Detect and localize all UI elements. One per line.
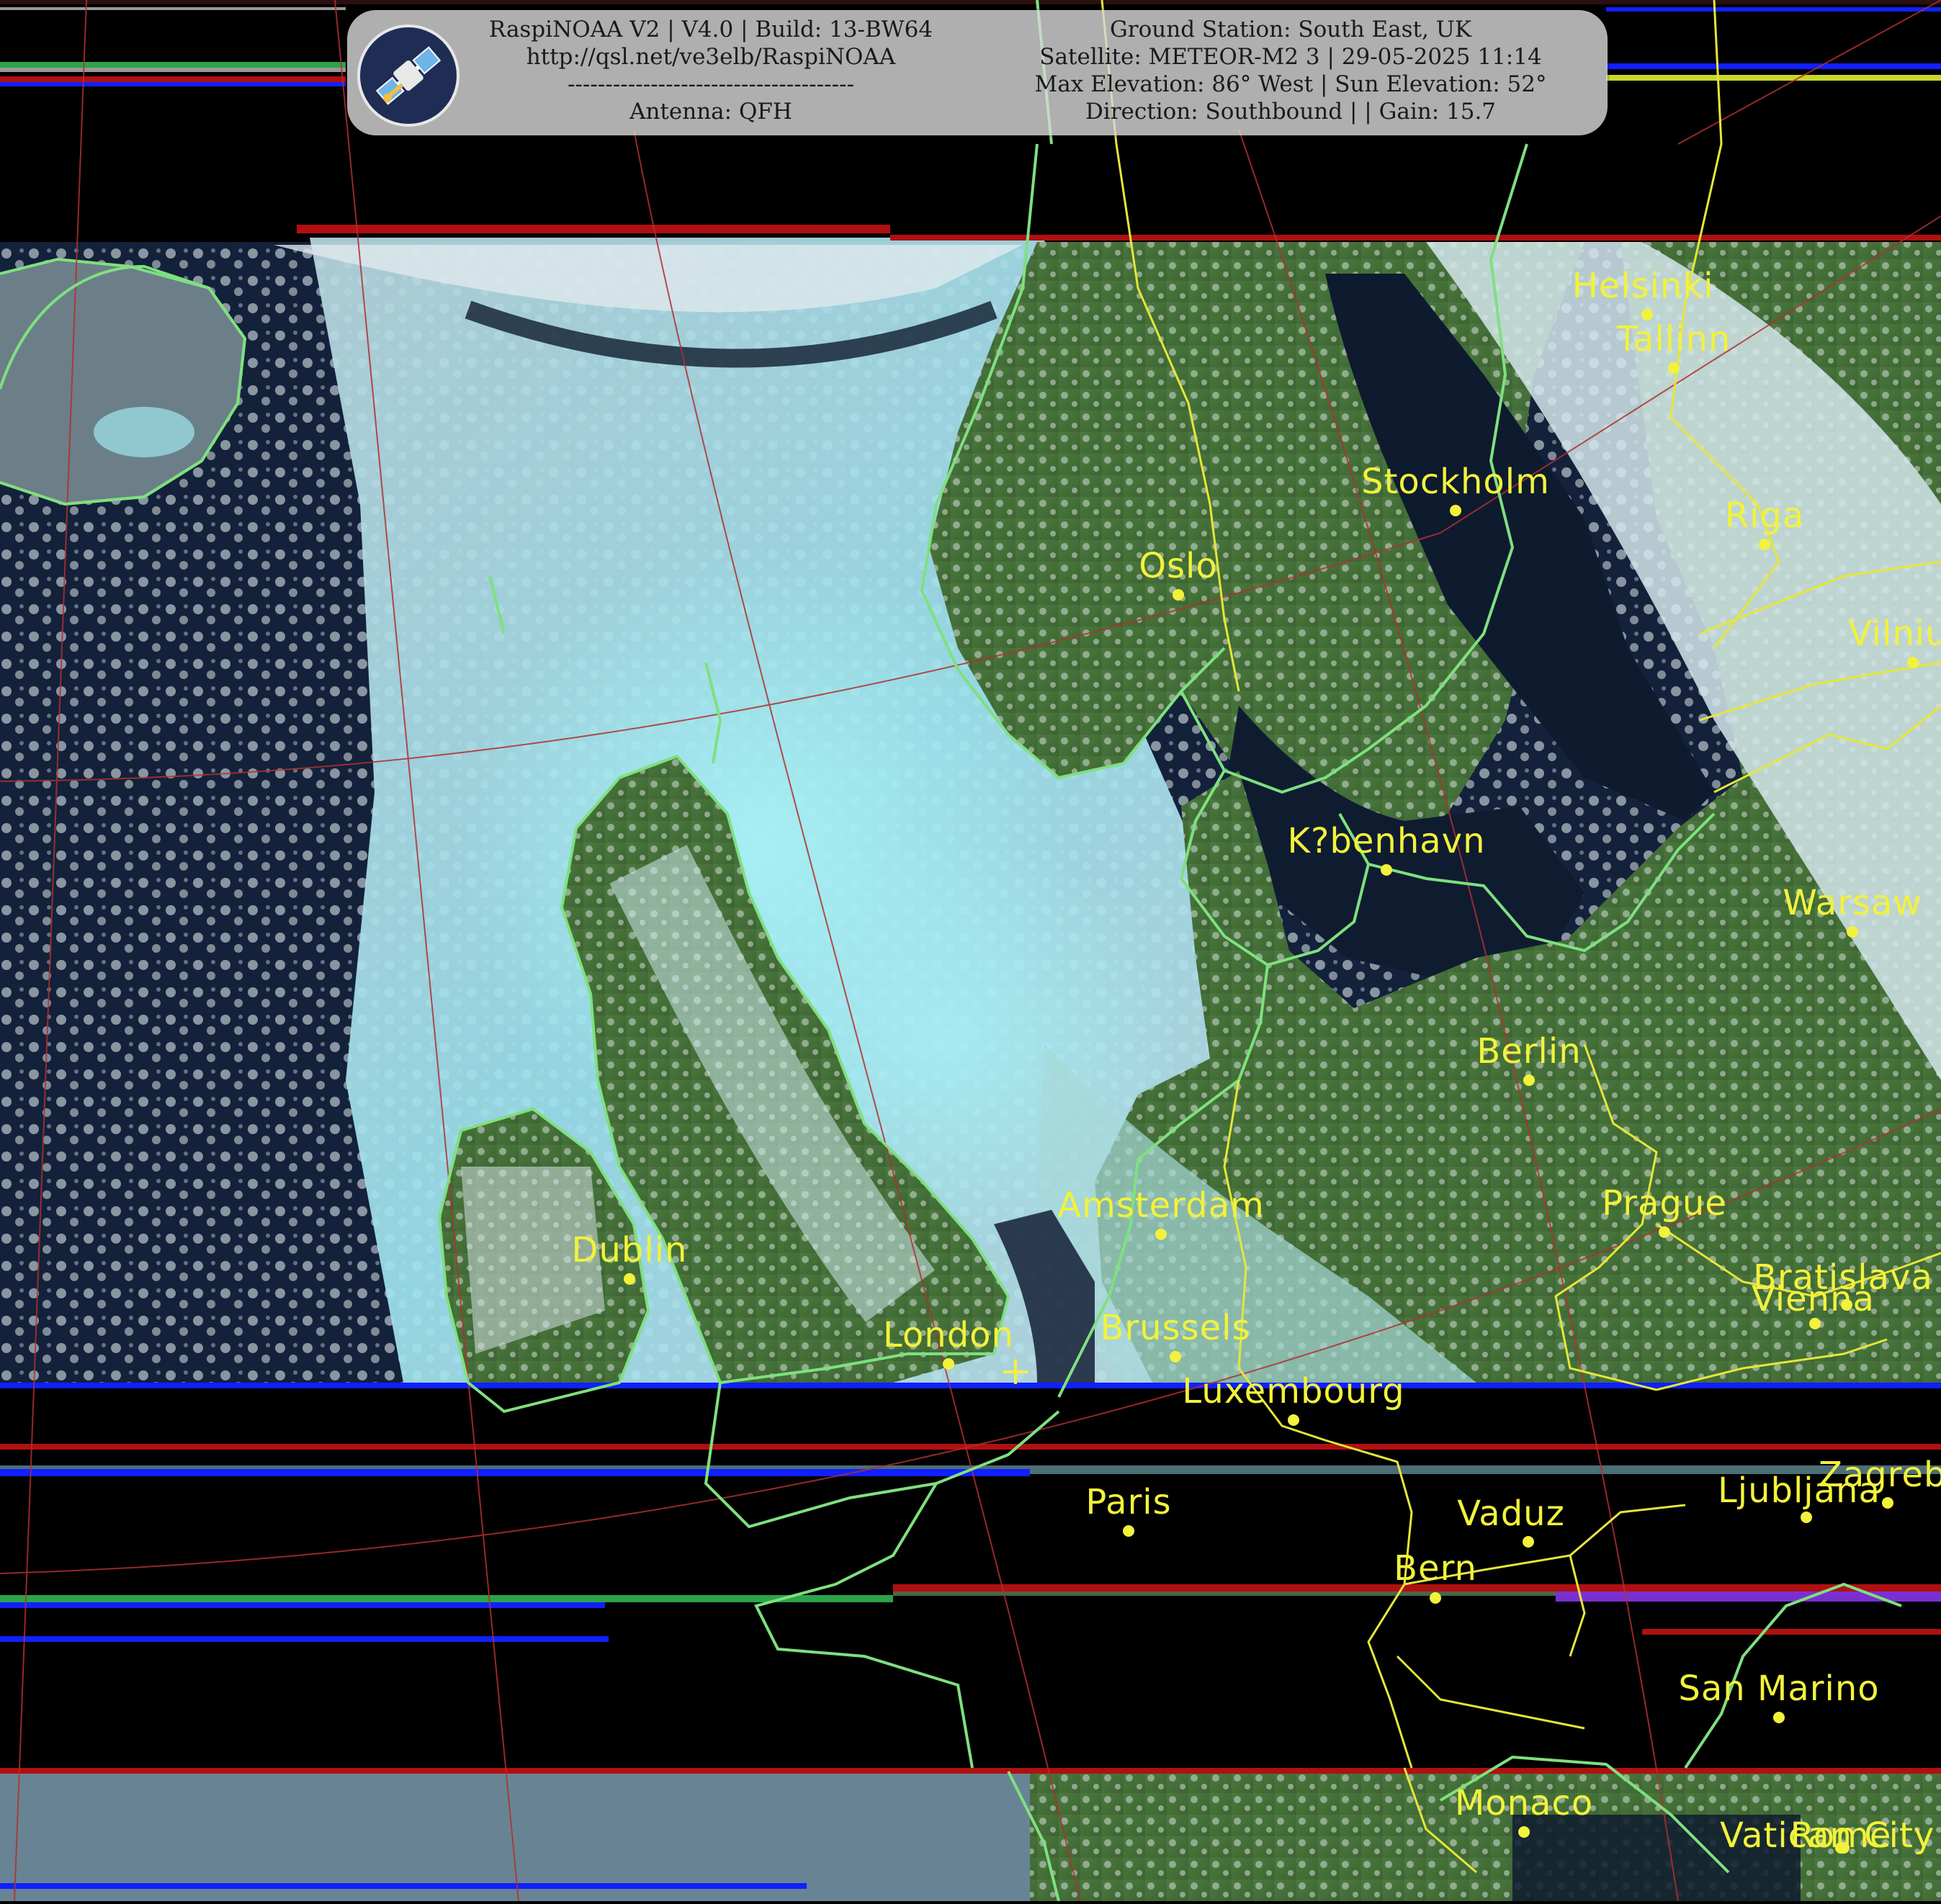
city-marker-london xyxy=(943,1358,954,1370)
city-marker-dublin xyxy=(624,1273,635,1285)
city-label-brussels: Brussels xyxy=(1101,1308,1251,1348)
city-label-riga: Riga xyxy=(1725,495,1805,536)
city-label-bern: Bern xyxy=(1394,1548,1477,1589)
city-marker-k-benhavn xyxy=(1381,864,1392,876)
city-marker-san-marino xyxy=(1773,1712,1785,1723)
city-marker-ljubljana xyxy=(1801,1512,1812,1523)
elevation-info: Max Elevation: 86° West | Sun Elevation:… xyxy=(1034,71,1547,97)
city-marker-oslo xyxy=(1173,589,1184,601)
ground-station: Ground Station: South East, UK xyxy=(1110,17,1471,42)
city-marker-vaduz xyxy=(1523,1536,1534,1548)
city-label-vaduz: Vaduz xyxy=(1457,1494,1565,1534)
city-label-berlin: Berlin xyxy=(1476,1031,1581,1072)
city-marker-bern xyxy=(1430,1592,1441,1604)
city-label-luxembourg: Luxembourg xyxy=(1182,1371,1404,1411)
city-label-paris: Paris xyxy=(1085,1482,1171,1522)
direction-gain: Direction: Southbound | | Gain: 15.7 xyxy=(1085,99,1497,125)
city-label-london: London xyxy=(883,1315,1014,1355)
city-label-san-marino: San Marino xyxy=(1678,1669,1879,1709)
city-marker-tallinn xyxy=(1668,362,1680,374)
city-marker-vienna xyxy=(1809,1318,1821,1329)
city-label-helsinki: Helsinki xyxy=(1572,266,1714,306)
city-label-zagreb: Zagreb xyxy=(1819,1455,1941,1495)
city-marker-zagreb xyxy=(1882,1497,1893,1509)
city-marker-luxembourg xyxy=(1288,1414,1299,1426)
city-marker-amsterdam xyxy=(1155,1229,1167,1240)
pass-info-panel: RaspiNOAA V2 | V4.0 | Build: 13-BW64 htt… xyxy=(347,10,1608,135)
city-marker-vilnius xyxy=(1907,657,1919,668)
city-marker-stockholm xyxy=(1450,505,1461,516)
city-label-vilnius: Vilnius xyxy=(1848,614,1941,654)
city-label-warsaw: Warsaw xyxy=(1783,883,1922,923)
city-label-k-benhavn: K?benhavn xyxy=(1287,821,1485,861)
header-divider: -------------------------------------- xyxy=(567,71,855,97)
software-version: RaspiNOAA V2 | V4.0 | Build: 13-BW64 xyxy=(488,17,933,42)
satellite-image-map: plus-marker-icon HelsinkiTallinnStockhol… xyxy=(0,0,1941,1902)
city-marker-brussels xyxy=(1170,1351,1181,1362)
imagery-band-lower xyxy=(0,1768,1941,1901)
header-right-column: Ground Station: South East, UK Satellite… xyxy=(981,16,1600,125)
header-left-column: RaspiNOAA V2 | V4.0 | Build: 13-BW64 htt… xyxy=(441,16,981,125)
city-label-amsterdam: Amsterdam xyxy=(1057,1185,1264,1226)
map-viewport: plus-marker-icon HelsinkiTallinnStockhol… xyxy=(0,0,1941,1902)
city-label-rome: Rome xyxy=(1790,1815,1892,1856)
city-label-vienna: Vienna xyxy=(1752,1279,1875,1319)
city-label-stockholm: Stockholm xyxy=(1361,462,1550,502)
antenna-type: Antenna: QFH xyxy=(629,99,792,125)
city-label-tallinn: Tallinn xyxy=(1616,319,1731,359)
city-label-dublin: Dublin xyxy=(572,1230,688,1270)
city-marker-warsaw xyxy=(1847,926,1858,938)
city-marker-berlin xyxy=(1523,1074,1535,1086)
project-url: http://qsl.net/ve3elb/RaspiNOAA xyxy=(526,44,896,70)
city-label-prague: Prague xyxy=(1602,1183,1727,1223)
city-marker-paris xyxy=(1123,1525,1134,1537)
city-label-oslo: Oslo xyxy=(1139,546,1218,586)
city-label-monaco: Monaco xyxy=(1455,1783,1593,1823)
satellite-and-time: Satellite: METEOR-M2 3 | 29-05-2025 11:1… xyxy=(1039,44,1542,70)
city-marker-monaco xyxy=(1518,1826,1530,1838)
city-marker-prague xyxy=(1659,1226,1670,1238)
city-marker-riga xyxy=(1759,539,1770,550)
